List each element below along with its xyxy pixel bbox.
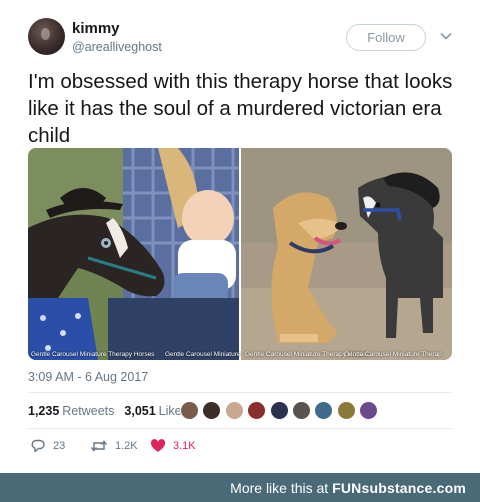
liker-avatar[interactable] xyxy=(359,401,379,420)
media-photos xyxy=(28,148,452,360)
retweet-icon xyxy=(90,440,108,452)
heart-icon xyxy=(150,439,166,452)
likes-count[interactable]: 3,051 xyxy=(124,404,155,418)
photo-credit-left-2: Gentle Carousel Miniature xyxy=(165,351,241,358)
author-handle[interactable]: @arealliveghost xyxy=(72,40,162,54)
photo-left-horse-baby[interactable] xyxy=(28,148,241,360)
tweet-header: kimmy @arealliveghost Follow xyxy=(28,18,468,62)
footer-text: More like this at FUNsubstance.com xyxy=(230,480,466,496)
liker-avatar[interactable] xyxy=(269,401,289,420)
photo-credit-right-2: Gentle Carousel Miniature Therap xyxy=(344,351,442,358)
liker-avatar[interactable] xyxy=(247,401,267,420)
retweets-count[interactable]: 1,235 xyxy=(28,404,59,418)
tweet-text: I'm obsessed with this therapy horse tha… xyxy=(28,70,453,147)
like-count: 3.1K xyxy=(173,440,196,452)
tweet-actions: 23 1.2K 3.1K xyxy=(28,436,328,456)
like-button[interactable]: 3.1K xyxy=(150,436,196,456)
retweet-button[interactable]: 1.2K xyxy=(90,436,138,456)
liker-avatar[interactable] xyxy=(314,401,334,420)
footer-banner[interactable]: More like this at FUNsubstance.com xyxy=(0,473,480,502)
footer-label: More like this at xyxy=(230,480,329,496)
divider-top xyxy=(28,392,452,393)
divider-bottom xyxy=(28,428,452,429)
liker-avatar[interactable] xyxy=(224,401,244,420)
reply-count: 23 xyxy=(53,440,66,452)
liker-avatar[interactable] xyxy=(180,401,199,420)
reply-icon xyxy=(31,439,45,453)
author-display-name[interactable]: kimmy xyxy=(72,20,120,37)
tweet-media[interactable]: Gentle Carousel Miniature Therapy Horses… xyxy=(28,148,452,360)
retweet-count: 1.2K xyxy=(115,440,138,452)
photo-credit-left-1: Gentle Carousel Miniature Therapy Horses xyxy=(31,351,155,358)
liker-avatar[interactable] xyxy=(291,401,311,420)
liker-avatar[interactable] xyxy=(336,401,356,420)
photo-right-horse-dog[interactable] xyxy=(241,148,452,360)
follow-button[interactable]: Follow xyxy=(346,24,426,51)
liker-avatar[interactable] xyxy=(202,401,222,420)
reply-button[interactable]: 23 xyxy=(30,436,65,456)
footer-brand[interactable]: FUNsubstance.com xyxy=(332,480,466,496)
retweets-label[interactable]: Retweets xyxy=(62,404,114,418)
liker-avatars xyxy=(180,401,382,420)
tweet-stats: 1,235 Retweets 3,051 Likes xyxy=(28,400,188,422)
chevron-down-icon[interactable] xyxy=(439,29,453,43)
avatar[interactable] xyxy=(28,18,65,55)
tweet-timestamp[interactable]: 3:09 AM - 6 Aug 2017 xyxy=(28,370,148,384)
